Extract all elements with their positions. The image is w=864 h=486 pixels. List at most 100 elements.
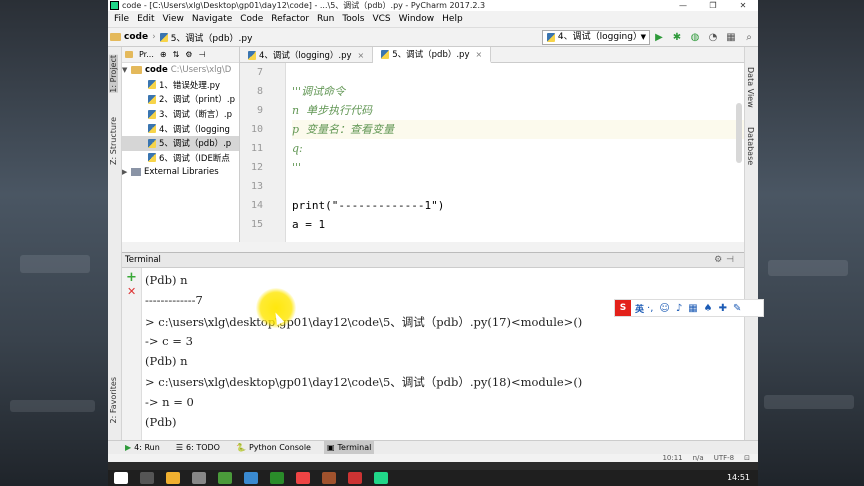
search-task-icon[interactable] xyxy=(140,472,154,484)
run-icon: ▶ xyxy=(125,443,132,452)
terminal-line: -> n = 0 xyxy=(145,395,194,409)
collapse-icon[interactable]: ⇅ xyxy=(173,50,180,59)
terminal-output[interactable]: (Pdb) n -------------7 > c:\users\xlg\de… xyxy=(142,268,744,440)
vscode-task-icon[interactable] xyxy=(244,472,258,484)
close-session-icon[interactable]: ✕ xyxy=(127,285,136,298)
emoji-icon[interactable]: ☺ xyxy=(659,303,669,314)
menu-run[interactable]: Run xyxy=(317,14,334,24)
line-separator[interactable]: n/a xyxy=(693,454,704,462)
line-number: 12 xyxy=(250,162,263,173)
sync-icon[interactable]: ⊕ xyxy=(160,50,167,59)
project-tree: ▼ code C:\Users\xlg\D 1、错误处理.py 2、调试（pri… xyxy=(122,63,239,180)
taskbar-clock[interactable]: 14:51 xyxy=(727,474,750,482)
editor-scrollbar[interactable] xyxy=(736,103,742,163)
gear-icon[interactable]: ⚙ xyxy=(185,50,192,59)
breadcrumb-file[interactable]: 5、调试（pdb）.py xyxy=(159,31,252,44)
menu-window[interactable]: Window xyxy=(399,14,435,24)
vcs-icon[interactable]: ▦ xyxy=(724,30,738,44)
database-tool-tab[interactable]: Database xyxy=(746,127,755,165)
menu-help[interactable]: Help xyxy=(442,14,463,24)
minimize-button[interactable]: — xyxy=(668,0,698,11)
editor-tabs: 4、调试（logging）.py × 5、调试（pdb）.py × xyxy=(240,47,744,63)
explorer-task-icon[interactable] xyxy=(166,472,180,484)
tree-root[interactable]: ▼ code C:\Users\xlg\D xyxy=(122,63,239,78)
menu-code[interactable]: Code xyxy=(240,14,263,24)
left-tool-stripe: 1: Project Z: Structure 2: Favorites xyxy=(108,47,122,441)
menu-bar: File Edit View Navigate Code Refactor Ru… xyxy=(108,11,758,27)
app-task-icon[interactable] xyxy=(348,472,362,484)
windows-start-icon[interactable] xyxy=(114,472,128,484)
run-icon[interactable]: ▶ xyxy=(652,30,666,44)
search-icon[interactable]: ⌕ xyxy=(742,30,756,44)
title-bar: code - [C:\Users\xlg\Desktop\gp01\day12\… xyxy=(108,0,758,11)
pycharm-task-icon[interactable] xyxy=(374,472,388,484)
chevron-right-icon: › xyxy=(152,32,156,42)
breadcrumb-folder[interactable]: code › xyxy=(110,32,156,42)
menu-vcs[interactable]: VCS xyxy=(372,14,390,24)
tree-item[interactable]: 4、调试（logging xyxy=(122,121,239,136)
project-tool-tab[interactable]: 1: Project xyxy=(109,55,118,93)
line-number: 9 xyxy=(256,105,263,116)
favorites-tool-tab[interactable]: 2: Favorites xyxy=(109,377,118,423)
todo-tool-button[interactable]: ☰ 6: TODO xyxy=(173,441,223,454)
data-view-tool-tab[interactable]: Data View xyxy=(746,67,755,108)
app-task-icon[interactable] xyxy=(218,472,232,484)
wrench-icon[interactable]: ✎ xyxy=(733,303,741,314)
python-console-tool-button[interactable]: 🐍 Python Console xyxy=(233,441,314,454)
tree-item[interactable]: 1、错误处理.py xyxy=(122,78,239,93)
debug-icon[interactable]: ✱ xyxy=(670,30,684,44)
project-view-select[interactable]: Pr... xyxy=(139,50,154,59)
coverage-icon[interactable]: ◍ xyxy=(688,30,702,44)
app-task-icon[interactable] xyxy=(192,472,206,484)
menu-edit[interactable]: Edit xyxy=(137,14,154,24)
punctuation-icon[interactable]: ·, xyxy=(647,303,653,314)
ime-mode[interactable]: 英 xyxy=(635,302,644,315)
shirt-icon[interactable]: ✚ xyxy=(719,303,727,314)
run-config-select[interactable]: 4、调试（logging） ▼ xyxy=(542,29,650,45)
menu-tools[interactable]: Tools xyxy=(342,14,364,24)
tree-item-selected[interactable]: 5、调试（pdb）.p xyxy=(122,135,239,151)
app-task-icon[interactable] xyxy=(270,472,284,484)
pycharm-window: code - [C:\Users\xlg\Desktop\gp01\day12\… xyxy=(108,0,758,462)
tab-logging[interactable]: 4、调试（logging）.py × xyxy=(240,47,374,63)
menu-file[interactable]: File xyxy=(114,14,129,24)
tree-item[interactable]: 2、调试（print）.p xyxy=(122,92,239,107)
background-right xyxy=(758,0,864,486)
file-encoding[interactable]: UTF-8 xyxy=(714,454,734,462)
close-tab-icon[interactable]: × xyxy=(358,51,365,60)
app-task-icon[interactable] xyxy=(322,472,336,484)
menu-navigate[interactable]: Navigate xyxy=(192,14,232,24)
run-tool-button[interactable]: ▶ 4: Run xyxy=(122,441,163,454)
close-button[interactable]: ✕ xyxy=(728,0,758,11)
terminal-line: -> c = 3 xyxy=(145,334,193,348)
terminal-line: > c:\users\xlg\desktop\gp01\day12\code\5… xyxy=(145,375,583,389)
chrome-task-icon[interactable] xyxy=(296,472,310,484)
code-editor[interactable]: 7 8 9 10 11 12 13 14 15 '''调试命令 n 单步执行代码… xyxy=(240,63,744,242)
terminal-tool-button[interactable]: ▣ Terminal xyxy=(323,441,375,454)
menu-refactor[interactable]: Refactor xyxy=(271,14,309,24)
python-file-icon xyxy=(148,124,156,134)
tree-item[interactable]: 3、调试（断言）.p xyxy=(122,107,239,122)
lock-icon[interactable]: ⊡ xyxy=(744,454,750,462)
line-number: 7 xyxy=(256,67,263,78)
profile-icon[interactable]: ◔ xyxy=(706,30,720,44)
run-toolbar: 4、调试（logging） ▼ ▶ ✱ ◍ ◔ ▦ ⌕ xyxy=(542,29,758,45)
terminal-settings-icon[interactable]: ⚙⊣ xyxy=(714,255,738,265)
close-tab-icon[interactable]: × xyxy=(475,50,482,59)
tab-pdb[interactable]: 5、调试（pdb）.py × xyxy=(373,47,492,63)
tree-item[interactable]: 6、调试（IDE断点 xyxy=(122,151,239,166)
code-line: n 单步执行代码 xyxy=(292,104,373,117)
new-session-icon[interactable]: + xyxy=(126,270,137,285)
skin-icon[interactable]: ♠ xyxy=(704,303,713,314)
python-config-icon xyxy=(547,32,555,42)
tree-external-libraries[interactable]: ▶ External Libraries xyxy=(122,165,239,180)
keyboard-icon[interactable]: ▦ xyxy=(688,303,697,314)
mic-icon[interactable]: ♪ xyxy=(676,303,682,314)
menu-view[interactable]: View xyxy=(163,14,184,24)
caret-position[interactable]: 10:11 xyxy=(662,454,682,462)
hide-icon[interactable]: ⊣ xyxy=(198,50,205,59)
maximize-button[interactable]: ❐ xyxy=(698,0,728,11)
structure-tool-tab[interactable]: Z: Structure xyxy=(109,117,118,165)
terminal-line: > c:\users\xlg\desktop\gp01\day12\code\5… xyxy=(145,315,583,329)
